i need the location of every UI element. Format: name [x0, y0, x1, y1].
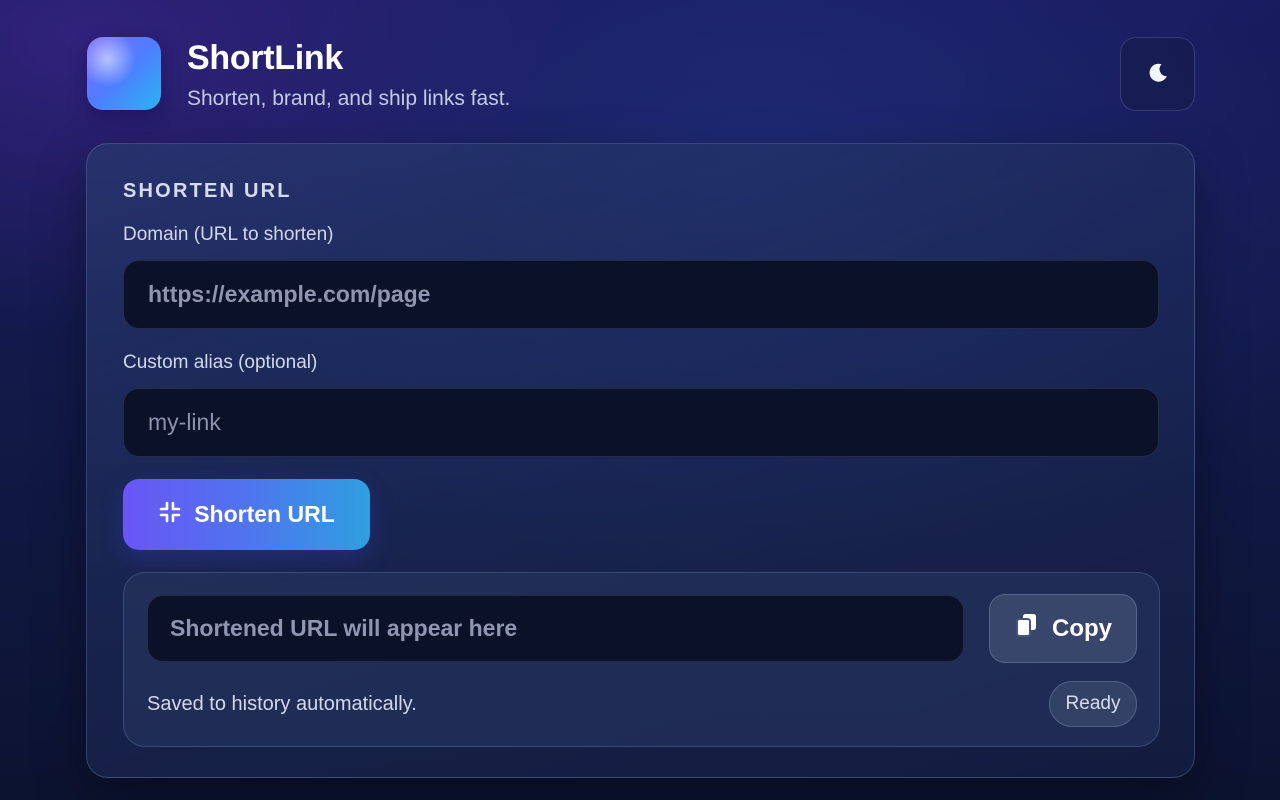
alias-label: Custom alias (optional): [123, 352, 318, 373]
copy-button-label: Copy: [1052, 614, 1112, 642]
app-title: ShortLink: [187, 39, 343, 77]
domain-input[interactable]: [123, 260, 1159, 329]
saved-note: Saved to history automatically.: [147, 693, 417, 715]
moon-icon: [1146, 61, 1170, 88]
status-badge: Ready: [1049, 681, 1137, 727]
shorten-url-button[interactable]: Shorten URL: [123, 479, 370, 550]
app-subtitle: Shorten, brand, and ship links fast.: [187, 87, 511, 110]
section-heading: SHORTEN URL: [123, 180, 292, 202]
domain-label: Domain (URL to shorten): [123, 224, 334, 245]
shortened-url-output[interactable]: [147, 595, 964, 662]
compress-icon: [158, 500, 182, 530]
copy-icon: [1014, 612, 1040, 645]
theme-toggle-button[interactable]: [1120, 37, 1195, 111]
result-panel: Copy Saved to history automatically. Rea…: [123, 572, 1160, 747]
shorten-card: SHORTEN URL Domain (URL to shorten) Cust…: [86, 143, 1195, 778]
shorten-button-label: Shorten URL: [194, 501, 335, 527]
app-header: ShortLink Shorten, brand, and ship links…: [87, 37, 1195, 111]
app-logo: [87, 37, 161, 110]
copy-button[interactable]: Copy: [989, 594, 1137, 663]
alias-input[interactable]: [123, 388, 1159, 457]
